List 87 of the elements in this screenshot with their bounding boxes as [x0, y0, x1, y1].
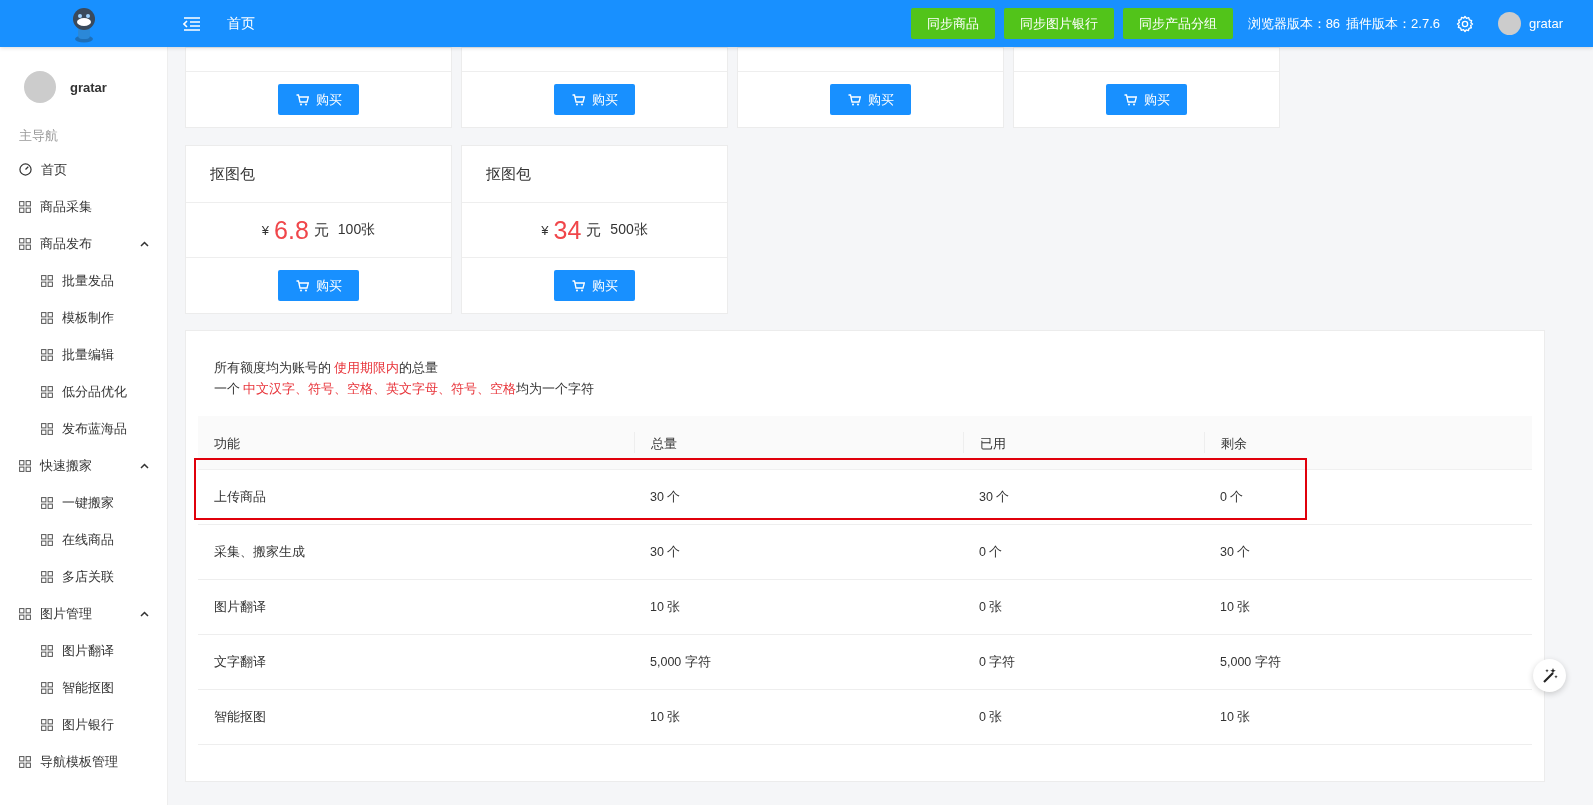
grid-icon — [41, 570, 53, 583]
currency-sign: ¥ — [541, 222, 549, 238]
nav-subitem[interactable]: 低分品优化 — [0, 373, 167, 410]
table-cell-text: 0 字符 — [978, 653, 1017, 671]
package-quantity: 500张 — [610, 221, 648, 239]
cart-icon — [847, 93, 861, 106]
table-cell-text: 10 张 — [1219, 598, 1252, 616]
user-avatar — [24, 71, 56, 103]
nav-subitem[interactable]: 图片银行 — [0, 706, 167, 743]
column-header: 剩余 — [1204, 432, 1532, 453]
nav-subitem[interactable]: 一键搬家 — [0, 484, 167, 521]
quota-note: 所有额度均为账号的 使用期限内的总量 — [214, 360, 440, 377]
nav-subitem[interactable]: 智能抠图 — [0, 669, 167, 706]
nav-section-title: 主导航 — [18, 127, 59, 145]
nav-subitem[interactable]: 多店关联 — [0, 558, 167, 595]
nav-subitem[interactable]: 批量编辑 — [0, 336, 167, 373]
table-cell-text: 30 个 — [978, 488, 1011, 506]
nav-subitem[interactable]: 模板制作 — [0, 299, 167, 336]
grid-icon — [41, 681, 53, 694]
table-cell-text: 10 张 — [1219, 708, 1252, 726]
price-unit: 元 — [586, 220, 602, 240]
gauge-icon — [19, 163, 32, 176]
table-cell-text: 10 张 — [649, 708, 682, 726]
nav-item[interactable]: 商品采集 — [0, 188, 167, 225]
plugin-version: 插件版本：2.7.6 — [1346, 14, 1441, 33]
cart-icon — [1123, 93, 1137, 106]
caret-icon — [140, 462, 149, 469]
cart-icon — [295, 93, 309, 106]
package-title: 抠图包 — [462, 146, 727, 203]
nav-item[interactable]: 图片管理 — [0, 595, 167, 632]
table-cell-text: 0 张 — [978, 598, 1004, 616]
table-cell-text: 5,000 字符 — [649, 653, 712, 671]
package-title: 抠图包 — [186, 146, 451, 203]
table-cell-text: 5,000 字符 — [1219, 653, 1282, 671]
column-header: 功能 — [213, 436, 241, 453]
browser-version: 浏览器版本：86 — [1247, 14, 1341, 33]
nav-item[interactable]: 快速搬家 — [0, 447, 167, 484]
grid-icon — [19, 755, 31, 768]
cart-icon — [571, 93, 585, 106]
package-price: 34 — [553, 215, 582, 245]
column-header: 总量 — [634, 432, 963, 453]
nav-subitem[interactable]: 发布蓝海品 — [0, 410, 167, 447]
grid-icon — [19, 237, 31, 250]
grid-icon — [41, 533, 53, 546]
nav-subitem[interactable]: 批量发品 — [0, 262, 167, 299]
table-cell-text: 上传商品 — [213, 488, 267, 506]
table-cell-text: 10 张 — [649, 598, 682, 616]
user-name: gratar — [70, 79, 107, 95]
caret-icon — [140, 240, 149, 247]
grid-icon — [41, 348, 53, 361]
table-cell-text: 0 个 — [978, 543, 1004, 561]
table-cell-text: 文字翻译 — [213, 653, 267, 671]
menu-collapse-icon[interactable] — [183, 16, 201, 31]
grid-icon — [19, 607, 31, 620]
table-cell-text: 0 张 — [978, 708, 1004, 726]
package-quantity: 100张 — [337, 221, 376, 239]
grid-icon — [19, 459, 31, 472]
user-avatar[interactable] — [1498, 12, 1522, 35]
nav-subitem[interactable]: 图片翻译 — [0, 632, 167, 669]
grid-icon — [41, 422, 53, 435]
nav-item[interactable]: 商品发布 — [0, 225, 167, 262]
table-cell-text: 采集、搬家生成 — [213, 543, 306, 561]
nav-subitem[interactable]: 在线商品 — [0, 521, 167, 558]
currency-sign: ¥ — [261, 222, 270, 238]
grid-icon — [41, 311, 53, 324]
table-cell-text: 0 个 — [1219, 488, 1245, 506]
table-cell-text: 30 个 — [1219, 543, 1252, 561]
column-header: 已用 — [963, 432, 1204, 453]
settings-icon[interactable] — [1456, 14, 1475, 33]
cart-icon — [571, 279, 585, 292]
grid-icon — [41, 274, 53, 287]
table-cell-text: 图片翻译 — [213, 598, 267, 616]
table-cell-text: 30 个 — [649, 543, 682, 561]
grid-icon — [41, 496, 53, 509]
nav-item[interactable]: 首页 — [0, 151, 167, 188]
caret-icon — [140, 610, 149, 617]
grid-icon — [41, 718, 53, 731]
grid-icon — [41, 644, 53, 657]
table-cell-text: 智能抠图 — [213, 708, 267, 726]
table-cell-text: 30 个 — [649, 488, 682, 506]
cart-icon — [295, 279, 309, 292]
grid-icon — [19, 200, 31, 213]
package-price: 6.8 — [274, 215, 309, 245]
nav-item[interactable]: 导航模板管理 — [0, 743, 167, 780]
quota-note: 一个 中文汉字、符号、空格、英文字母、符号、空格均为一个字符 — [214, 381, 596, 398]
grid-icon — [41, 385, 53, 398]
price-unit: 元 — [313, 220, 329, 240]
